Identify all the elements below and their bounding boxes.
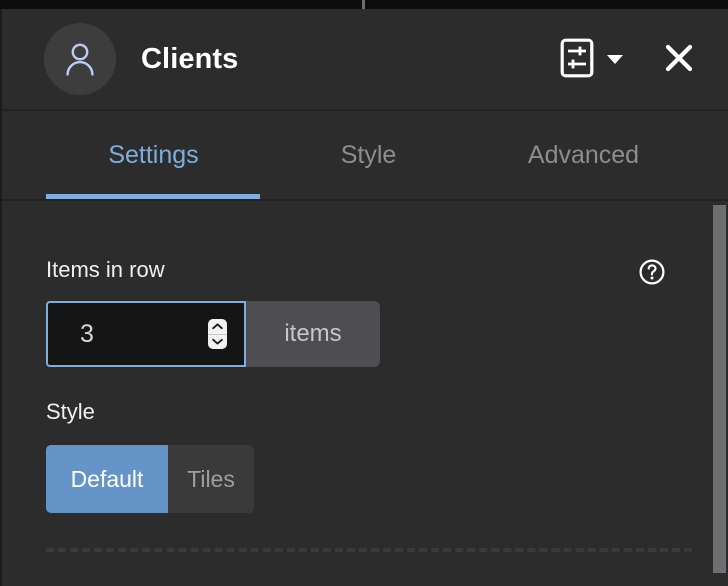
chevron-down-icon [212, 339, 223, 345]
chevron-down-icon [607, 54, 623, 64]
items-in-row-input[interactable]: 3 [46, 301, 246, 367]
layout-settings-button[interactable] [558, 38, 596, 81]
style-label-row: Style [46, 401, 728, 423]
active-tab-indicator [46, 194, 260, 199]
panel-tabs: Settings Style Advanced [2, 111, 728, 201]
header-actions [558, 37, 702, 81]
items-in-row-unit: items [246, 301, 380, 367]
items-in-row-value: 3 [80, 319, 94, 348]
panel-header: Clients [2, 9, 728, 111]
style-option-group: Default Tiles [46, 445, 254, 513]
avatar [44, 23, 116, 95]
stepper-down-button[interactable] [208, 333, 227, 350]
widget-settings-panel: Clients Settings Style Advanced Items in… [0, 9, 728, 586]
scrollbar-thumb[interactable] [713, 205, 726, 573]
section-divider [46, 548, 692, 552]
stepper-up-button[interactable] [208, 319, 227, 334]
items-in-row-control: Items in row 3 items [46, 201, 728, 367]
style-label: Style [46, 399, 95, 424]
chevron-up-icon [212, 323, 223, 329]
style-option-default[interactable]: Default [46, 445, 168, 513]
editor-top-strip [0, 0, 728, 9]
person-icon [63, 41, 97, 77]
help-circle-icon[interactable] [639, 259, 665, 285]
style-control: Style Default Tiles [46, 367, 728, 513]
items-in-row-label-row: Items in row [46, 257, 728, 285]
page-title: Clients [141, 42, 239, 75]
tab-settings[interactable]: Settings [46, 142, 261, 168]
tab-advanced[interactable]: Advanced [476, 142, 691, 168]
tab-style[interactable]: Style [261, 142, 476, 168]
close-panel-button[interactable] [656, 37, 702, 81]
settings-content: Items in row 3 items Style Default Tiles [2, 201, 728, 586]
close-icon [664, 43, 694, 76]
quantity-stepper[interactable] [208, 319, 227, 349]
vertical-scrollbar[interactable] [711, 201, 728, 586]
items-in-row-input-group: 3 items [46, 301, 380, 367]
editor-ruler-tick [362, 0, 365, 9]
sliders-panel-icon [560, 38, 594, 81]
style-option-tiles[interactable]: Tiles [168, 445, 254, 513]
items-in-row-label: Items in row [46, 257, 165, 282]
layout-dropdown-button[interactable] [598, 39, 632, 79]
